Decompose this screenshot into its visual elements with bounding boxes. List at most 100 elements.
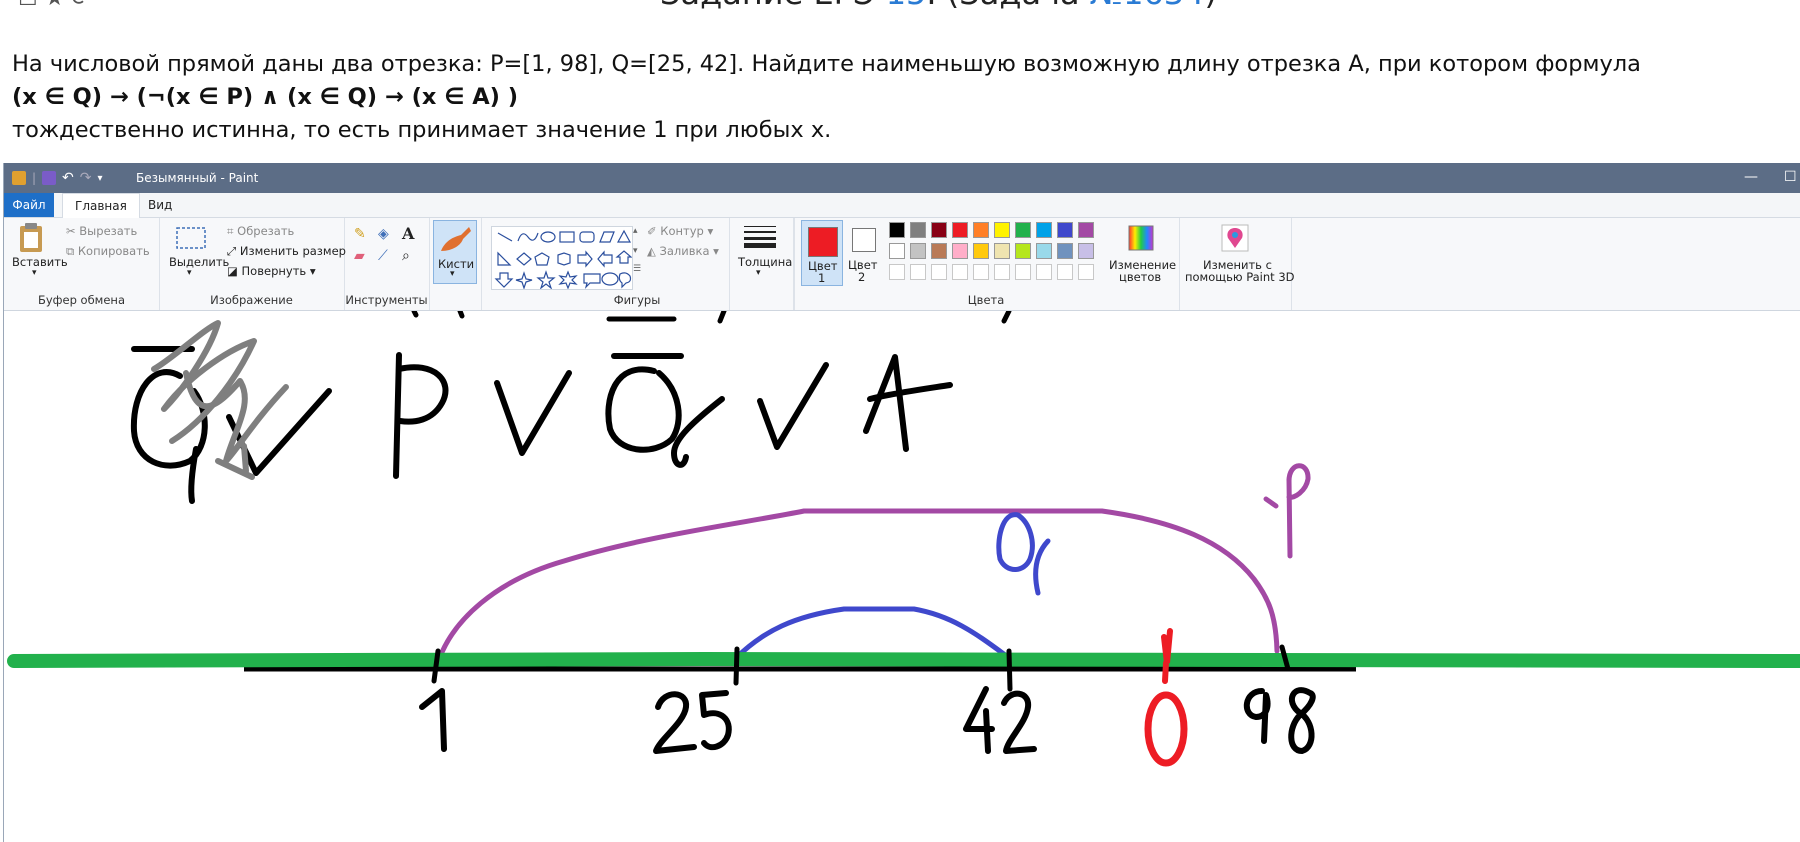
rotate-button[interactable]: ◪ Повернуть ▾ [227, 264, 316, 278]
palette-swatch[interactable] [889, 222, 905, 238]
group-brushes: Кисти ▾ [429, 218, 482, 310]
select-dropdown-icon[interactable]: ▾ [187, 268, 192, 278]
resize-button[interactable]: ⤢ Изменить размер [227, 244, 346, 259]
palette-swatch[interactable] [1036, 243, 1052, 259]
cut-button[interactable]: ✂ Вырезать [66, 224, 137, 238]
tools-group-label: Инструменты [345, 293, 428, 307]
shapes-gallery[interactable] [491, 226, 633, 290]
eraser-icon[interactable]: ▰ [354, 248, 365, 264]
fill-bucket-icon[interactable]: ◈ [378, 226, 389, 242]
size-button[interactable]: Толщина [738, 255, 792, 269]
text-tool-icon[interactable]: A [402, 224, 414, 243]
palette-swatch[interactable] [910, 243, 926, 259]
palette-swatch[interactable] [994, 264, 1010, 280]
select-button[interactable]: Выделить [169, 255, 229, 269]
group-image: Выделить ▾ ⌗ Обрезать ⤢ Изменить размер … [159, 218, 346, 310]
palette-swatch[interactable] [952, 222, 968, 238]
palette-swatch[interactable] [1078, 243, 1094, 259]
palette-swatch[interactable] [973, 243, 989, 259]
group-clipboard: Вставить ▾ ✂ Вырезать ⧉ Копировать Буфер… [4, 218, 160, 310]
palette-swatch[interactable] [1036, 264, 1052, 280]
palette-swatch[interactable] [994, 243, 1010, 259]
palette-swatch[interactable] [889, 264, 905, 280]
brushes-button[interactable]: Кисти ▾ [433, 220, 477, 284]
palette-swatch[interactable] [1036, 222, 1052, 238]
page-toolbar-icons[interactable]: ☐ ★ ⟳ [18, 0, 90, 10]
customize-qa-icon[interactable]: ▾ [98, 173, 103, 184]
palette-swatch[interactable] [910, 264, 926, 280]
paste-icon[interactable] [16, 222, 46, 254]
tab-file[interactable]: Файл [4, 193, 54, 217]
palette-swatch[interactable] [952, 243, 968, 259]
paint-window: | ↶ ↷ ▾ Безымянный - Paint — ☐ Файл Глав… [3, 163, 1800, 842]
palette-swatch[interactable] [1057, 264, 1073, 280]
palette-swatch[interactable] [1057, 222, 1073, 238]
paste-dropdown-icon[interactable]: ▾ [32, 268, 37, 278]
maximize-button[interactable]: ☐ [1784, 169, 1797, 185]
palette-swatch[interactable] [1078, 264, 1094, 280]
undo-icon[interactable]: ↶ [62, 170, 74, 186]
color1-button[interactable]: Цвет 1 [801, 220, 843, 286]
palette-swatch[interactable] [1015, 222, 1031, 238]
palette-swatch[interactable] [1015, 243, 1031, 259]
palette-swatch[interactable] [931, 243, 947, 259]
outline-label: Контур [660, 224, 704, 238]
size-icon[interactable] [740, 224, 780, 248]
palette-swatch[interactable] [994, 222, 1010, 238]
segment-p-arc [437, 508, 1280, 660]
color-picker-icon[interactable]: ⟋ [378, 248, 388, 264]
handwritten-p-v-q-v-a [393, 352, 953, 479]
color2-button[interactable]: Цвет 2 [843, 220, 881, 284]
copy-label: Копировать [77, 244, 150, 258]
size-dropdown-icon[interactable]: ▾ [756, 268, 761, 278]
paint-canvas[interactable] [4, 311, 1800, 842]
tick-label-98-8 [1288, 687, 1316, 754]
edit-colors-button[interactable]: Изменение цветов [1105, 220, 1176, 284]
paste-button[interactable]: Вставить [12, 255, 68, 269]
copy-button[interactable]: ⧉ Копировать [66, 244, 150, 259]
rotate-icon: ◪ [227, 264, 238, 278]
save-icon[interactable] [42, 171, 57, 185]
crop-button[interactable]: ⌗ Обрезать [227, 224, 294, 239]
fill-button[interactable]: ◭ Заливка ▾ [647, 244, 719, 258]
palette-swatch[interactable] [931, 264, 947, 280]
title-link-task[interactable]: №1634 [1090, 0, 1205, 10]
zero-tick [1161, 628, 1173, 684]
palette-swatch[interactable] [952, 264, 968, 280]
group-paint3d: Изменить с помощью Paint 3D [1179, 218, 1295, 310]
tick-label-1 [419, 688, 447, 752]
tab-home[interactable]: Главная [62, 193, 140, 218]
page-menu-icon[interactable]: ⋯ [1756, 0, 1778, 10]
palette-swatch[interactable] [1078, 222, 1094, 238]
outline-button[interactable]: ✐ Контур ▾ [647, 224, 713, 238]
cropped-strokes [411, 311, 1012, 324]
palette-swatch[interactable] [973, 264, 989, 280]
paint3d-button[interactable]: Изменить с помощью Paint 3D [1183, 220, 1295, 284]
palette-swatch[interactable] [931, 222, 947, 238]
brush-icon [441, 227, 471, 251]
pencil-icon[interactable]: ✎ [354, 226, 366, 242]
shapes-scroll-up-icon[interactable]: ▴ [633, 226, 638, 236]
redo-icon[interactable]: ↷ [80, 170, 92, 186]
magnifier-icon[interactable]: ⌕ [402, 248, 410, 264]
brushes-dropdown-icon: ▾ [450, 269, 455, 279]
palette-swatch[interactable] [889, 243, 905, 259]
paint-titlebar: | ↶ ↷ ▾ Безымянный - Paint — ☐ [4, 163, 1800, 193]
tab-view[interactable]: Вид [136, 193, 184, 217]
palette-swatch[interactable] [1015, 264, 1031, 280]
color-wheel-icon [1128, 225, 1154, 251]
shapes-expand-icon[interactable]: ☰ [633, 264, 641, 274]
shapes-scroll-down-icon[interactable]: ▾ [633, 246, 638, 256]
tick-label-42-4 [963, 686, 995, 754]
color2-swatch [852, 228, 876, 252]
paint-app-icon[interactable] [12, 171, 26, 185]
group-colors: Цвет 1 Цвет 2 Изменение цветов Цвета [793, 218, 1180, 310]
select-icon[interactable] [175, 226, 207, 250]
palette-swatch[interactable] [973, 222, 989, 238]
paint3d-icon [1221, 224, 1249, 252]
minimize-button[interactable]: — [1744, 169, 1758, 185]
title-link-number[interactable]: 15 [886, 0, 927, 10]
palette-swatch[interactable] [1057, 243, 1073, 259]
rotate-label: Повернуть [241, 264, 307, 278]
palette-swatch[interactable] [910, 222, 926, 238]
